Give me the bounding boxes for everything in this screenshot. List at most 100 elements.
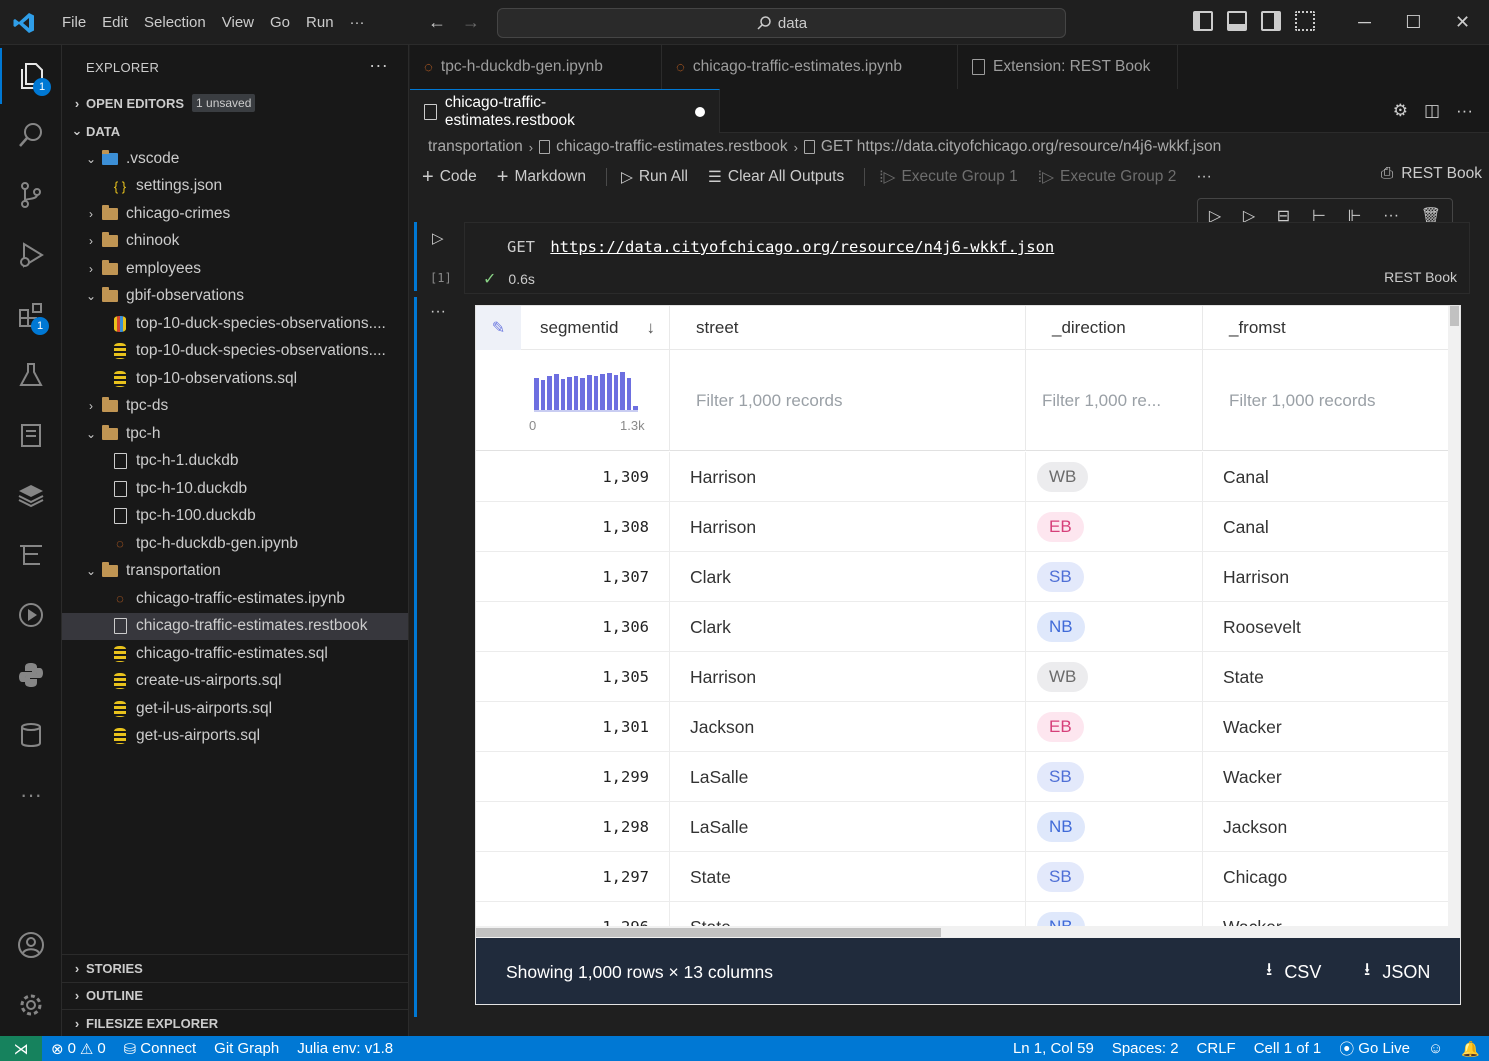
close-icon[interactable]: ✕ xyxy=(1438,0,1487,45)
tree-item[interactable]: › chinook xyxy=(62,228,408,256)
tree-item[interactable]: ⌄ transportation xyxy=(62,558,408,586)
connect-button[interactable]: ⛁ Connect xyxy=(115,1040,205,1058)
add-code-button[interactable]: + Code xyxy=(422,166,477,189)
open-editors-section[interactable]: › OPEN EDITORS 1 unsaved xyxy=(62,89,408,117)
breadcrumb-folder[interactable]: transportation xyxy=(428,138,523,156)
menu-selection[interactable]: Selection xyxy=(136,14,214,31)
toggle-secondary-sidebar-icon[interactable] xyxy=(1261,11,1281,31)
command-center-search[interactable]: data xyxy=(497,8,1066,38)
horizontal-scrollbar[interactable] xyxy=(476,926,1460,938)
tree-item[interactable]: ⌄ .vscode xyxy=(62,145,408,173)
tree-item[interactable]: › tpc-ds xyxy=(62,393,408,421)
split-editor-icon[interactable]: ◫ xyxy=(1424,101,1440,121)
sort-descending-icon[interactable]: ↓ xyxy=(647,318,656,338)
scrollbar-thumb[interactable] xyxy=(1450,306,1459,326)
column-header-street[interactable]: street xyxy=(670,306,1026,350)
explorer-activity[interactable]: 1 xyxy=(0,48,62,104)
menu-file[interactable]: File xyxy=(54,14,94,31)
table-row[interactable]: 1,308 Harrison EB Canal xyxy=(476,502,1456,552)
menu-run[interactable]: Run xyxy=(298,14,342,31)
tree-item[interactable]: tpc-h-1.duckdb xyxy=(62,448,408,476)
table-row[interactable]: 1,301 Jackson EB Wacker xyxy=(476,702,1456,752)
git-graph-button[interactable]: Git Graph xyxy=(205,1040,288,1057)
request-url[interactable]: https://data.cityofchicago.org/resource/… xyxy=(550,238,1054,256)
table-row[interactable]: 1,309 Harrison WB Canal xyxy=(476,452,1456,502)
database-activity[interactable] xyxy=(0,707,62,763)
outline-section[interactable]: › OUTLINE xyxy=(62,981,409,1010)
filesize-explorer-section[interactable]: › FILESIZE EXPLORER xyxy=(62,1009,409,1037)
breadcrumb-request[interactable]: GET https://data.cityofchicago.org/resou… xyxy=(821,138,1221,156)
tree-item[interactable]: ◌ tpc-h-duckdb-gen.ipynb xyxy=(62,530,408,558)
end-of-line[interactable]: CRLF xyxy=(1188,1040,1245,1057)
tree-item[interactable]: top-10-duck-species-observations.... xyxy=(62,310,408,338)
cell-language[interactable]: REST Book xyxy=(1384,269,1457,285)
run-debug-activity[interactable] xyxy=(0,227,62,283)
toggle-panel-icon[interactable] xyxy=(1227,11,1247,31)
back-arrow-icon[interactable]: ← xyxy=(428,12,446,33)
stories-section[interactable]: › STORIES xyxy=(62,954,409,982)
data-folder-section[interactable]: ⌄ DATA xyxy=(62,117,408,145)
cursor-position[interactable]: Ln 1, Col 59 xyxy=(1004,1040,1103,1057)
tree-view-activity[interactable] xyxy=(0,527,62,583)
more-actions-icon[interactable]: ··· xyxy=(1456,101,1473,121)
street-filter-input[interactable]: Filter 1,000 records xyxy=(670,350,1026,451)
tab-chicago-traffic-restbook[interactable]: chicago-traffic-estimates.restbook xyxy=(410,89,720,133)
indentation[interactable]: Spaces: 2 xyxy=(1103,1040,1188,1057)
notebook-activity[interactable] xyxy=(0,407,62,463)
table-row[interactable]: 1,306 Clark NB Roosevelt xyxy=(476,602,1456,652)
problems-indicator[interactable]: ⊗ 0 ⚠ 0 xyxy=(42,1040,115,1058)
table-row[interactable]: 1,305 Harrison WB State xyxy=(476,652,1456,702)
cell-indicator[interactable]: Cell 1 of 1 xyxy=(1245,1040,1331,1057)
toolbar-more-button[interactable]: ··· xyxy=(1196,168,1212,186)
histogram[interactable] xyxy=(534,370,638,412)
notifications-bell-icon[interactable]: 🔔 xyxy=(1452,1040,1489,1058)
tree-item[interactable]: top-10-duck-species-observations.... xyxy=(62,338,408,366)
direction-filter-input[interactable]: Filter 1,000 re... xyxy=(1026,350,1203,451)
table-row[interactable]: 1,298 LaSalle NB Jackson xyxy=(476,802,1456,852)
table-row[interactable]: 1,297 State SB Chicago xyxy=(476,852,1456,902)
tab-chicago-traffic-ipynb[interactable]: ◌ chicago-traffic-estimates.ipynb xyxy=(662,45,958,89)
tree-item[interactable]: chicago-traffic-estimates.restbook xyxy=(62,612,408,640)
menu-more[interactable]: ··· xyxy=(342,14,373,31)
search-activity[interactable] xyxy=(0,107,62,163)
maximize-icon[interactable]: ☐ xyxy=(1389,0,1438,45)
tree-item[interactable]: create-us-airports.sql xyxy=(62,668,408,696)
tab-extension-rest-book[interactable]: Extension: REST Book xyxy=(958,45,1178,89)
column-header-direction[interactable]: _direction xyxy=(1026,306,1203,350)
source-control-activity[interactable] xyxy=(0,167,62,223)
menu-view[interactable]: View xyxy=(214,14,262,31)
settings-gear-icon[interactable]: ⚙ xyxy=(1393,101,1408,121)
tree-item[interactable]: chicago-traffic-estimates.sql xyxy=(62,640,408,668)
cell-code[interactable]: GET https://data.cityofchicago.org/resou… xyxy=(507,238,1054,256)
unsaved-dot-icon[interactable] xyxy=(695,106,705,117)
kernel-picker[interactable]: ⎙ REST Book xyxy=(1381,165,1482,183)
tree-item[interactable]: tpc-h-10.duckdb xyxy=(62,475,408,503)
testing-activity[interactable] xyxy=(0,347,62,403)
tree-item[interactable]: tpc-h-100.duckdb xyxy=(62,503,408,531)
julia-env-button[interactable]: Julia env: v1.8 xyxy=(288,1040,402,1057)
python-activity[interactable] xyxy=(0,647,62,703)
tree-item[interactable]: get-il-us-airports.sql xyxy=(62,695,408,723)
tree-item[interactable]: ◌ chicago-traffic-estimates.ipynb xyxy=(62,585,408,613)
feedback-icon[interactable]: ☺ xyxy=(1419,1040,1452,1057)
go-live-button[interactable]: ⦿ Go Live xyxy=(1330,1038,1419,1059)
tree-item[interactable]: { } settings.json xyxy=(62,173,408,201)
manage-activity[interactable] xyxy=(0,977,62,1033)
download-json-button[interactable]: ⭳ JSON xyxy=(1364,957,1430,987)
remote-indicator[interactable]: ⋊ xyxy=(0,1036,42,1061)
add-markdown-button[interactable]: + Markdown xyxy=(497,166,586,189)
extensions-activity[interactable]: 1 xyxy=(0,287,62,343)
table-row[interactable]: 1,299 LaSalle SB Wacker xyxy=(476,752,1456,802)
scrollbar-thumb[interactable] xyxy=(476,928,941,937)
pin-icon[interactable]: ✎ xyxy=(476,306,521,350)
breadcrumb-file[interactable]: chicago-traffic-estimates.restbook xyxy=(556,138,787,156)
tree-item[interactable]: ⌄ tpc-h xyxy=(62,420,408,448)
vertical-scrollbar[interactable] xyxy=(1448,306,1460,926)
execute-group-1-button[interactable]: ⁞▷ Execute Group 1 xyxy=(879,168,1018,187)
tree-item[interactable]: ⌄ gbif-observations xyxy=(62,283,408,311)
menu-edit[interactable]: Edit xyxy=(94,14,136,31)
customize-layout-icon[interactable] xyxy=(1295,11,1315,31)
layers-activity[interactable] xyxy=(0,467,62,523)
execute-group-2-button[interactable]: ⁞▷ Execute Group 2 xyxy=(1038,168,1177,187)
code-cell[interactable]: GET https://data.cityofchicago.org/resou… xyxy=(464,222,1470,294)
